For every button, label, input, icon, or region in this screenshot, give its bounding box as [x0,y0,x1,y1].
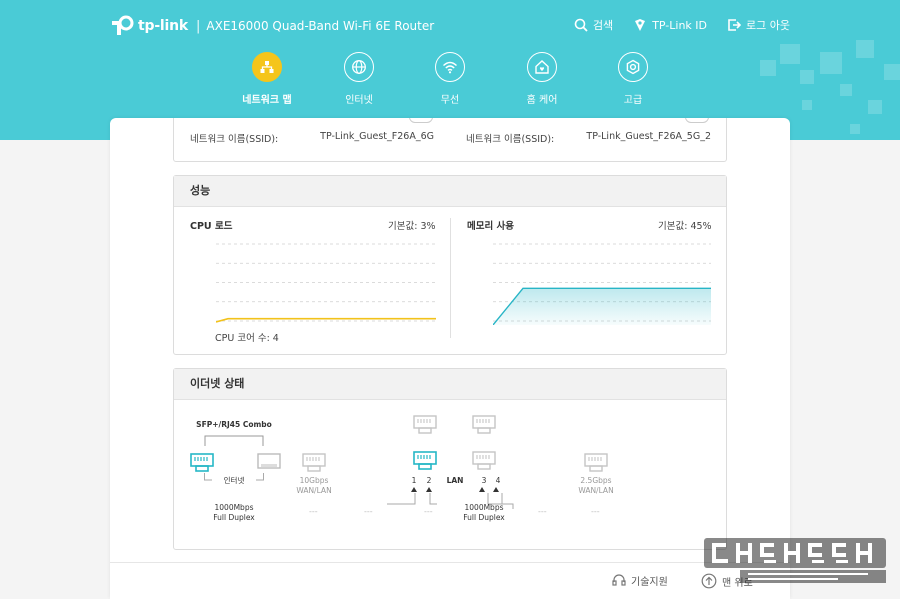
lan-label: LAN [446,476,464,485]
internet-link-duplex: Full Duplex [213,513,255,522]
lan-port-4-status: --- [538,507,547,516]
combo-label: SFP+/RJ45 Combo [196,420,272,429]
wan-2-5g-status: --- [591,507,600,516]
guest-network-card: 네트워크 이름(SSID): TP-Link_Guest_F26A_6G 네트워… [173,118,727,162]
ethernet-port-lan-active-icon [413,451,437,470]
tab-internet[interactable]: 인터넷 [319,52,399,106]
model-name: AXE16000 Quad-Band Wi-Fi 6E Router [206,19,435,33]
logout-label: 로그 아웃 [746,19,790,32]
wan-10g-speed: 10Gbps [299,476,329,485]
combo-bracket [204,435,264,446]
support-label: 기술지원 [631,577,668,588]
sfp-port-icon [257,453,281,469]
wan-10g-label: 10Gbps WAN/LAN [286,476,342,496]
memory-usage-value: 기본값: 45% [658,221,712,232]
tab-internet-label: 인터넷 [345,95,373,106]
performance-title: 성능 [174,176,726,207]
ethernet-port-4-top-icon [472,415,496,434]
cpu-load-chart [216,243,436,323]
tab-advanced-label: 고급 [623,95,643,106]
ethernet-port-2-5g-icon [584,453,608,472]
tab-network-map-label: 네트워크 맵 [242,95,292,106]
cpu-load-value: 기본값: 3% [388,221,436,232]
logout-link[interactable]: 로그 아웃 [727,17,790,33]
guest-6g-toggle[interactable] [409,118,433,123]
performance-divider [450,218,451,338]
gear-icon [618,52,648,82]
tp-link-id-label: TP-Link ID [652,18,708,32]
search-link[interactable]: 검색 [574,17,613,33]
guest-6g-ssid-label: 네트워크 이름(SSID): [190,134,279,145]
wan-10g-status: --- [309,507,318,516]
tab-advanced[interactable]: 고급 [593,52,673,106]
memory-usage-area [493,288,711,325]
memory-usage-chart [493,243,711,325]
cpu-load-line [216,317,436,323]
internet-link-status: 1000Mbps Full Duplex [204,503,264,523]
lan-port-2-label: 2 [426,476,432,485]
guest-6g-ssid-value: TP-Link_Guest_F26A_6G [320,131,434,142]
lan-port-1-status: --- [364,507,373,516]
watermark-logo [704,538,886,583]
brand-separator: | [196,18,201,34]
tab-network-map[interactable]: 네트워크 맵 [227,52,307,106]
globe-icon [344,52,374,82]
ethernet-status-card: 이더넷 상태 SFP+/RJ45 Combo 인터넷 10Gbps WAN/LA… [173,368,727,550]
cpu-core-count: CPU 코어 수: 4 [215,333,279,344]
tp-link-id-icon [635,19,646,31]
wan-2-5g-speed: 2.5Gbps [580,476,612,485]
network-map-icon [252,52,282,82]
wan-2-5g-role: WAN/LAN [578,486,614,495]
footer-bar: 기술지원 맨 위로 [110,562,790,599]
main-panel: 네트워크 이름(SSID): TP-Link_Guest_F26A_6G 네트워… [110,118,790,598]
tab-home-care-label: 홈 케어 [526,95,558,106]
home-care-icon [527,52,557,82]
tp-link-logo-icon [112,15,134,35]
wan-2-5g-label: 2.5Gbps WAN/LAN [568,476,624,496]
lan-link-duplex: Full Duplex [463,513,505,522]
lan-port-2-status: --- [424,507,433,516]
internet-link-speed: 1000Mbps [214,503,254,512]
tp-link-id-link[interactable]: TP-Link ID [633,17,707,33]
main-nav: 네트워크 맵 인터넷 무선 홈 케어 고급 [0,52,900,112]
guest-5g-ssid-label: 네트워크 이름(SSID): [466,134,555,145]
ethernet-port-lan-icon [472,451,496,470]
wan-10g-role: WAN/LAN [296,486,332,495]
logout-icon [728,19,742,31]
guest-5g-toggle[interactable] [685,118,709,123]
guest-6g-ssid-row: 네트워크 이름(SSID): TP-Link_Guest_F26A_6G [190,131,434,145]
lan-link-speed: 1000Mbps [464,503,504,512]
brand-logo[interactable]: tp-link | AXE16000 Quad-Band Wi-Fi 6E Ro… [110,14,434,38]
cpu-load-label: CPU 로드 [190,221,233,232]
headset-icon [612,573,626,586]
tab-home-care[interactable]: 홈 케어 [502,52,582,106]
lan-link-status: 1000Mbps Full Duplex [454,503,514,523]
performance-card: 성능 CPU 로드 기본값: 3% CPU 코어 수: 4 메모리 사용 기본값… [173,175,727,355]
search-label: 검색 [592,19,614,32]
internet-label: 인터넷 [223,476,245,485]
ethernet-port-internet-active-icon [190,453,214,472]
ethernet-port-10g-icon [302,453,326,472]
lan-port-4-label: 4 [495,476,501,485]
wifi-icon [435,52,465,82]
ethernet-port-2-top-icon [413,415,437,434]
support-link[interactable]: 기술지원 [612,573,668,588]
brand-name: tp-link [138,18,188,34]
ethernet-title: 이더넷 상태 [174,369,726,400]
guest-5g-ssid-row: 네트워크 이름(SSID): TP-Link_Guest_F26A_5G_2 [466,131,711,145]
guest-5g-ssid-value: TP-Link_Guest_F26A_5G_2 [586,131,711,142]
memory-usage-label: 메모리 사용 [467,221,515,232]
tab-wireless-label: 무선 [440,95,460,106]
tab-wireless[interactable]: 무선 [410,52,490,106]
search-icon [574,18,588,32]
